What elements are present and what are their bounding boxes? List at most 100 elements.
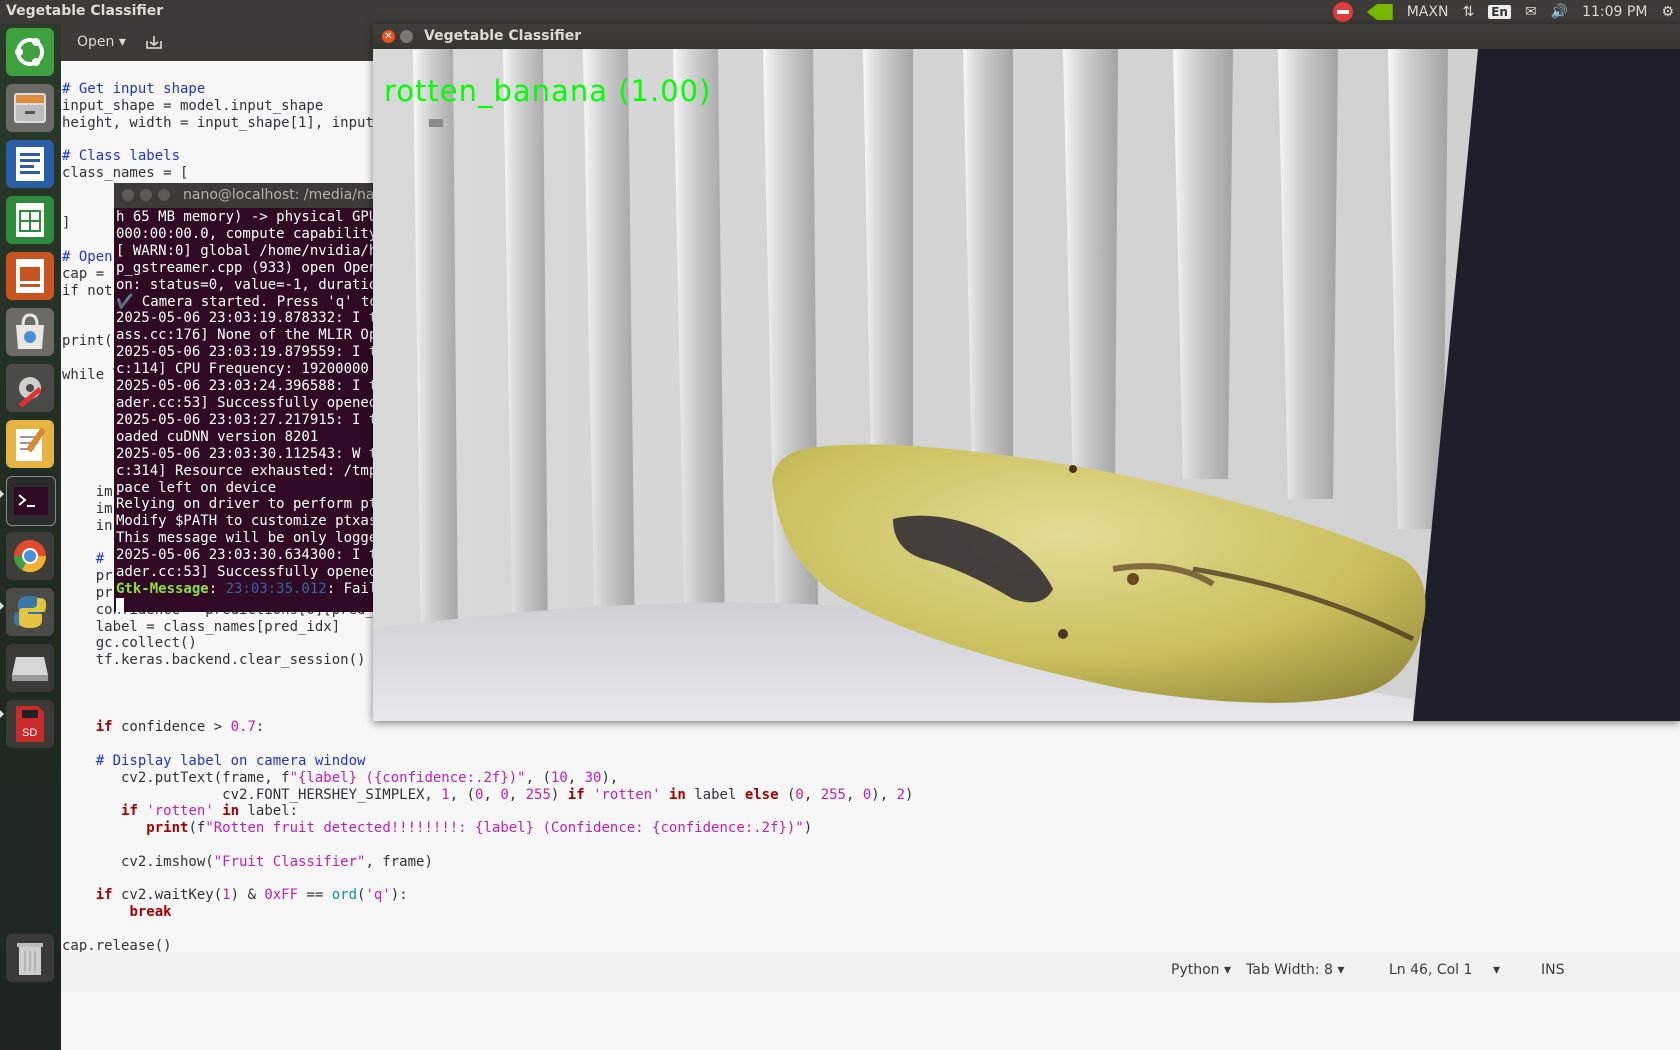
terminal-line: 2025-05-06 23:03:24.396588: I t (116, 378, 373, 395)
terminal-line: Modify $PATH to customize ptxas (116, 513, 373, 530)
minimize-icon[interactable] (140, 189, 152, 201)
terminal-line: 2025-05-06 23:03:19.878332: I t (116, 310, 373, 327)
system-settings-icon[interactable] (6, 364, 54, 412)
code-line: # Get input shape (62, 81, 206, 97)
maximize-icon[interactable] (158, 189, 170, 201)
camera-frame-image (373, 49, 1680, 721)
chromium-icon[interactable] (6, 532, 54, 580)
terminal-line: oaded cuDNN version 8201 (116, 428, 319, 445)
text-editor-icon[interactable] (6, 420, 54, 468)
no-entry-icon[interactable] (1332, 2, 1353, 22)
code-line: cv2.imshow("Fruit Classifier", frame) (62, 853, 433, 870)
code-line: # Display label on camera window (62, 753, 366, 769)
terminal-window[interactable]: nano@localhost: /media/nano h 65 MB memo… (114, 183, 373, 612)
language-selector[interactable]: Python ▾ (1171, 962, 1231, 978)
code-line: in (62, 517, 113, 534)
terminal-title: nano@localhost: /media/nano (183, 187, 373, 203)
python-icon[interactable] (6, 588, 54, 636)
terminal-line: c:114] CPU Frequency: 19200000 (116, 361, 369, 378)
volume-icon[interactable]: 🔊 (1551, 4, 1568, 20)
window-controls (122, 189, 170, 201)
gtk-message-line: Gtk-Message: 23:03:35.012: Fail (116, 580, 373, 597)
code-line: if cv2.waitKey(1) & 0xFF == ord('q'): (95, 887, 408, 904)
software-center-icon[interactable] (6, 308, 54, 356)
minimize-icon[interactable] (400, 30, 413, 43)
writer-icon[interactable] (6, 140, 54, 188)
code-line: input_shape = model.input_shape (62, 97, 324, 114)
terminal-line: ass.cc:176] None of the MLIR Op (116, 327, 373, 344)
ubuntu-dash-icon[interactable] (6, 28, 54, 76)
terminal-line: ✔️ Camera started. Press 'q' to (116, 293, 373, 310)
terminal-line: on: status=0, value=-1, duratio (116, 276, 373, 293)
impress-icon[interactable] (6, 252, 54, 300)
trash-icon[interactable] (6, 934, 54, 982)
status-bar: Python ▾ Tab Width: 8 ▾ Ln 46, Col 1 ▾ I… (61, 952, 1680, 992)
camera-feed: rotten_banana (1.00) (373, 49, 1680, 721)
terminal-line: 2025-05-06 23:03:19.879559: I t (116, 344, 373, 361)
save-icon[interactable] (145, 33, 163, 51)
terminal-titlebar[interactable]: nano@localhost: /media/nano (114, 183, 373, 208)
code-line: print(f"Rotten fruit detected!!!!!!!!: {… (146, 820, 813, 837)
drive-icon[interactable] (6, 644, 54, 692)
chevron-down-icon[interactable]: ▾ (1493, 962, 1500, 978)
sd-card-icon[interactable]: SD (6, 700, 54, 748)
system-tray: MAXN ⇅ En ✉ 🔊 11:09 PM ⚙ (1332, 0, 1674, 24)
terminal-line: 2025-05-06 23:03:27.217915: I t (116, 411, 373, 428)
gear-icon[interactable]: ⚙ (1661, 4, 1674, 20)
calc-icon[interactable] (6, 196, 54, 244)
prediction-label: rotten_banana (1.00) (384, 74, 712, 108)
nvidia-icon[interactable] (1366, 4, 1393, 20)
terminal-line: ader.cc:53] Successfully opened (116, 564, 373, 581)
launcher: SD (0, 24, 61, 1050)
code-line: ] (62, 215, 71, 232)
camera-window-title: Vegetable Classifier (424, 28, 582, 44)
terminal-line: Relying on driver to perform pt (116, 496, 373, 513)
terminal-line: This message will be only logge (116, 530, 373, 547)
code-line: pr (62, 568, 113, 585)
terminal-output: h 65 MB memory) -> physical GPU 000:00:00… (116, 209, 373, 612)
running-indicator (0, 602, 4, 610)
code-line: pr (62, 585, 113, 601)
terminal-line: [ WARN:0] global /home/nvidia/h (116, 242, 373, 259)
svg-text:SD: SD (22, 727, 37, 739)
code-line: cv2.putText(frame, f"{label} ({confidenc… (62, 769, 619, 786)
code-line: im (62, 501, 113, 517)
cursor-position[interactable]: Ln 46, Col 1 (1389, 962, 1472, 978)
running-indicator (0, 710, 4, 718)
tab-width-selector[interactable]: Tab Width: 8 ▾ (1246, 962, 1344, 978)
terminal-icon[interactable] (6, 476, 56, 526)
code-line: cv2.FONT_HERSHEY_SIMPLEX, 1, (0, 0, 255)… (62, 786, 914, 803)
network-arrows-icon[interactable]: ⇅ (1462, 4, 1474, 20)
code-line: gc.collect() (62, 635, 197, 652)
insert-mode: INS (1541, 962, 1565, 978)
terminal-line: 2025-05-06 23:03:30.634300: I t (116, 547, 373, 564)
code-line: # Class labels (62, 148, 181, 165)
open-button[interactable]: Open ▾ (69, 30, 134, 54)
code-line: # (62, 551, 105, 568)
terminal-line: ader.cc:53] Successfully opened (116, 394, 373, 411)
files-icon[interactable] (6, 84, 54, 132)
top-panel: Vegetable Classifier MAXN ⇅ En ✉ 🔊 11:09… (0, 0, 1680, 24)
terminal-line: 2025-05-06 23:03:30.112543: W t (116, 445, 373, 462)
code-line: if confidence > 0.7: (95, 719, 265, 736)
chevron-down-icon: ▾ (118, 34, 126, 50)
code-line: tf.keras.backend.clear_session() (62, 652, 366, 669)
close-icon[interactable]: ✕ (382, 30, 395, 43)
clock[interactable]: 11:09 PM (1582, 4, 1647, 20)
code-line: break (129, 904, 172, 921)
running-indicator (0, 490, 4, 498)
terminal-cursor (116, 597, 124, 612)
code-line: label = class_names[pred_idx] (62, 618, 341, 635)
power-mode[interactable]: MAXN (1407, 4, 1449, 20)
code-line: class_names = [ (62, 165, 189, 181)
close-icon[interactable] (122, 189, 134, 201)
mail-icon[interactable]: ✉ (1525, 4, 1537, 20)
code-line: im (62, 484, 113, 501)
terminal-line: 000:00:00.0, compute capability (116, 225, 373, 242)
keyboard-layout[interactable]: En (1488, 5, 1511, 19)
code-line: if 'rotten' in label: (121, 803, 299, 820)
active-window-title: Vegetable Classifier (6, 3, 164, 19)
camera-window[interactable]: ✕ Vegetable Classifier rotten_banana (1.… (373, 24, 1680, 721)
camera-titlebar[interactable]: ✕ Vegetable Classifier (373, 24, 1680, 49)
terminal-line: p_gstreamer.cpp (933) open Open (116, 259, 373, 276)
